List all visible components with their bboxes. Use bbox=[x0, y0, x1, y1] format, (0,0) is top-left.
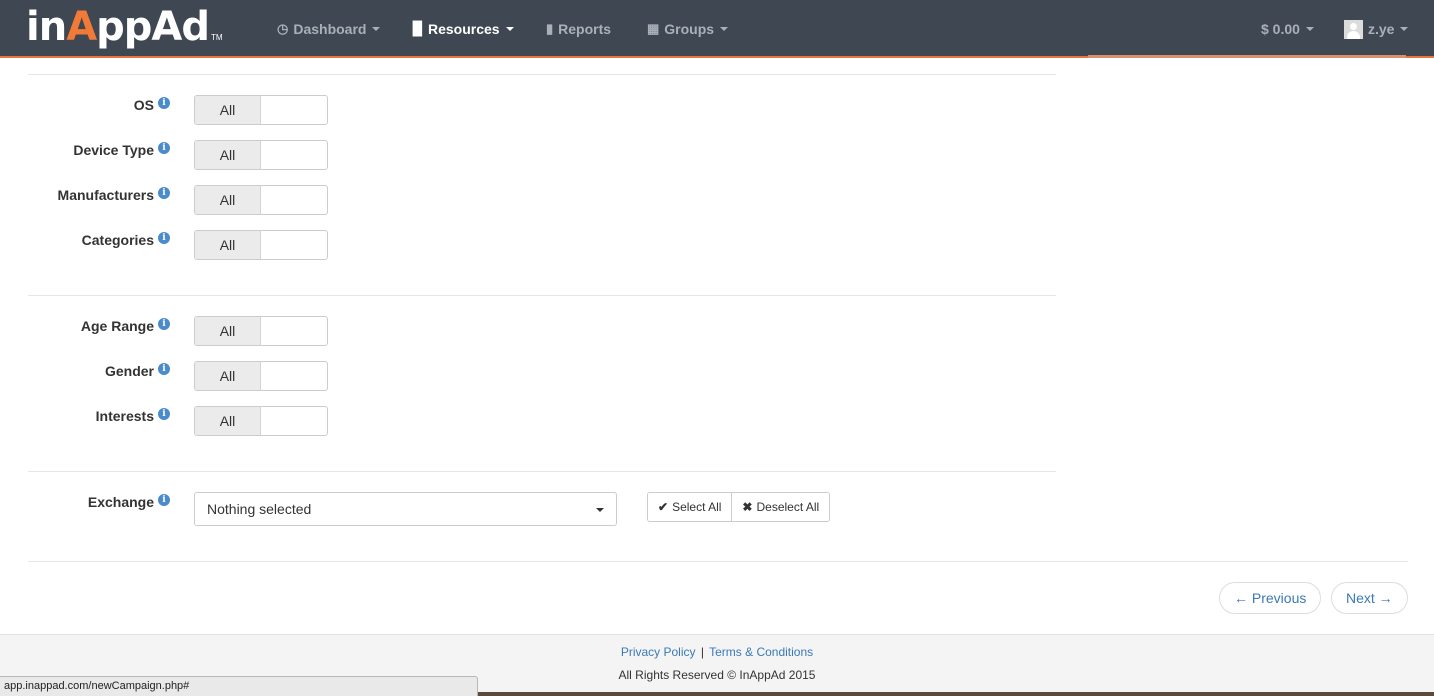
book-icon: ▉ bbox=[413, 21, 423, 36]
info-icon[interactable]: i bbox=[158, 187, 170, 199]
dashboard-icon: ◷ bbox=[277, 21, 289, 36]
device-type-label: Device Type i bbox=[0, 140, 170, 160]
balance-label: $ 0.00 bbox=[1261, 21, 1300, 37]
interests-toggle[interactable]: All bbox=[194, 406, 328, 436]
interests-label: Interests i bbox=[0, 406, 170, 426]
divider bbox=[28, 74, 1056, 75]
categories-toggle[interactable]: All bbox=[194, 230, 328, 260]
nav-resources[interactable]: ▉ Resources bbox=[413, 0, 514, 58]
chevron-down-icon bbox=[505, 27, 514, 31]
info-icon[interactable]: i bbox=[158, 142, 170, 154]
info-icon[interactable]: i bbox=[158, 408, 170, 420]
nav-reports-label: Reports bbox=[558, 21, 612, 37]
divider bbox=[28, 471, 1056, 472]
browser-status-url: app.inappad.com/newCampaign.php# bbox=[0, 676, 478, 696]
gender-toggle-value: All bbox=[195, 362, 261, 390]
categories-label: Categories i bbox=[0, 230, 170, 250]
scrolled-panel-edge bbox=[1088, 55, 1406, 58]
grid-icon: ▦ bbox=[647, 21, 660, 36]
balance-dropdown[interactable]: $ 0.00 bbox=[1261, 0, 1314, 58]
nav-groups[interactable]: ▦ Groups bbox=[647, 0, 729, 58]
interests-toggle-value: All bbox=[195, 407, 261, 435]
exchange-select-value: Nothing selected bbox=[207, 501, 312, 517]
user-menu[interactable]: z.ye bbox=[1344, 0, 1409, 58]
divider bbox=[28, 295, 1056, 296]
os-toggle[interactable]: All bbox=[194, 95, 328, 125]
manufacturers-label: Manufacturers i bbox=[0, 185, 170, 205]
exchange-bulk-actions: ✔ Select All ✖ Deselect All bbox=[647, 492, 831, 522]
divider bbox=[28, 561, 1408, 562]
close-icon: ✖ bbox=[742, 500, 753, 514]
select-all-button[interactable]: ✔ Select All bbox=[648, 493, 732, 521]
footer-links: Privacy Policy | Terms & Conditions bbox=[0, 645, 1434, 659]
terms-link[interactable]: Terms & Conditions bbox=[709, 645, 813, 659]
deselect-all-button[interactable]: ✖ Deselect All bbox=[731, 493, 830, 521]
inappad-logo[interactable]: inAppAd TM bbox=[26, 2, 223, 52]
info-icon[interactable]: i bbox=[158, 97, 170, 109]
top-navbar: inAppAd TM ◷ Dashboard ▉ Resources ▮ Rep… bbox=[0, 0, 1434, 58]
nav-dashboard[interactable]: ◷ Dashboard bbox=[277, 0, 381, 58]
device-type-toggle-value: All bbox=[195, 141, 261, 169]
chevron-down-icon bbox=[1305, 27, 1314, 31]
chevron-down-icon bbox=[1400, 27, 1409, 31]
categories-toggle-value: All bbox=[195, 231, 261, 259]
manufacturers-toggle[interactable]: All bbox=[194, 185, 328, 215]
info-icon[interactable]: i bbox=[158, 318, 170, 330]
user-name: z.ye bbox=[1368, 21, 1395, 37]
manufacturers-toggle-value: All bbox=[195, 186, 261, 214]
info-icon[interactable]: i bbox=[158, 494, 170, 506]
os-toggle-value: All bbox=[195, 96, 261, 124]
nav-resources-label: Resources bbox=[428, 21, 500, 37]
info-icon[interactable]: i bbox=[158, 363, 170, 375]
desktop-strip bbox=[478, 692, 1434, 696]
next-button[interactable]: Next → bbox=[1331, 582, 1408, 614]
nav-groups-label: Groups bbox=[664, 21, 715, 37]
gender-label: Gender i bbox=[0, 361, 170, 381]
avatar bbox=[1344, 19, 1363, 39]
bar-chart-icon: ▮ bbox=[546, 21, 554, 36]
exchange-label: Exchange i bbox=[0, 492, 170, 512]
footer-separator: | bbox=[700, 645, 704, 659]
privacy-policy-link[interactable]: Privacy Policy bbox=[621, 645, 696, 659]
age-range-toggle-value: All bbox=[195, 317, 261, 345]
exchange-select[interactable]: Nothing selected bbox=[194, 492, 617, 526]
age-range-label: Age Range i bbox=[0, 316, 170, 336]
nav-dashboard-label: Dashboard bbox=[293, 21, 367, 37]
device-type-toggle[interactable]: All bbox=[194, 140, 328, 170]
chevron-down-icon bbox=[720, 27, 729, 31]
previous-button[interactable]: ← Previous bbox=[1219, 582, 1322, 614]
caret-down-icon bbox=[596, 508, 604, 512]
nav-reports[interactable]: ▮ Reports bbox=[546, 0, 611, 58]
info-icon[interactable]: i bbox=[158, 232, 170, 244]
check-icon: ✔ bbox=[658, 500, 669, 514]
os-label: OS i bbox=[0, 95, 170, 115]
age-range-toggle[interactable]: All bbox=[194, 316, 328, 346]
gender-toggle[interactable]: All bbox=[194, 361, 328, 391]
chevron-down-icon bbox=[372, 27, 381, 31]
